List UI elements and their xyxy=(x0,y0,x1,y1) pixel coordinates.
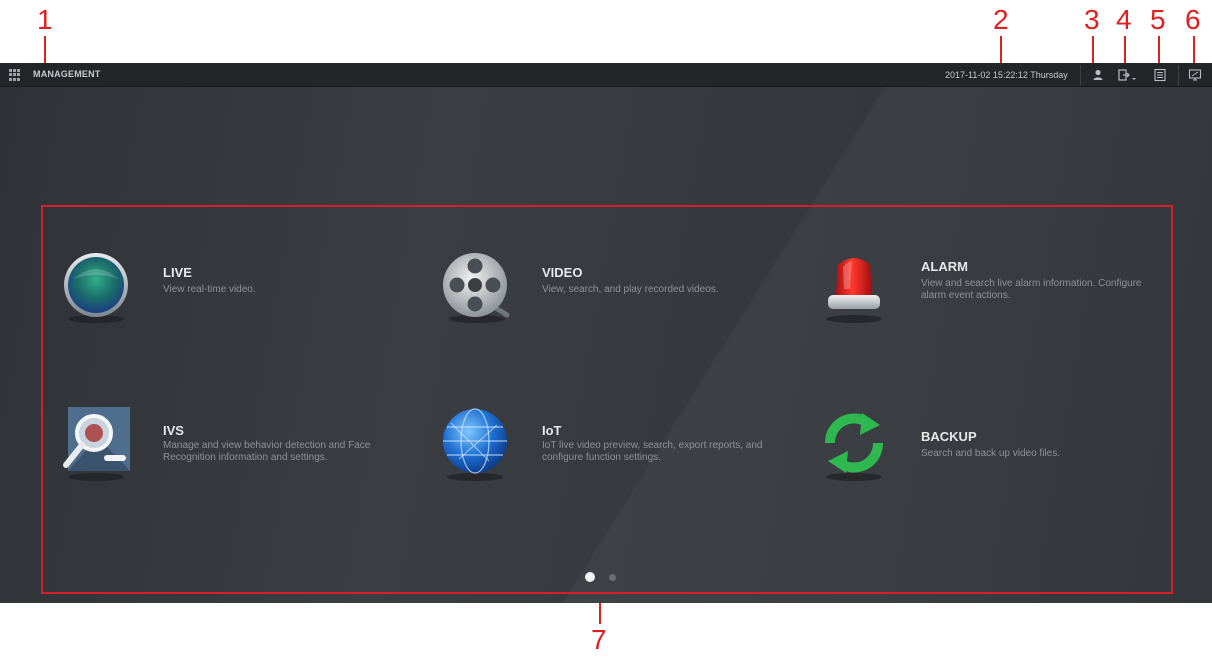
callout-3: 3 xyxy=(1084,4,1100,35)
callout-4-line xyxy=(1124,36,1126,63)
callout-5: 5 xyxy=(1150,4,1166,35)
callout-6-line xyxy=(1193,36,1195,63)
topbar-divider xyxy=(1178,65,1179,85)
callout-2: 2 xyxy=(993,4,1009,35)
callout-1: 1 xyxy=(37,4,53,35)
callout-3-line xyxy=(1092,36,1094,63)
display-icon[interactable] xyxy=(1188,68,1202,82)
callout-6: 6 xyxy=(1185,4,1201,35)
callout-5-line xyxy=(1158,36,1160,63)
task-list-icon[interactable] xyxy=(1153,68,1167,82)
page-title: MANAGEMENT xyxy=(33,69,101,79)
module-area-frame xyxy=(41,205,1173,594)
callout-2-line xyxy=(1000,36,1002,63)
logout-icon[interactable] xyxy=(1117,68,1139,82)
callout-1-line xyxy=(44,36,46,63)
grid-menu-icon[interactable] xyxy=(9,69,21,81)
topbar-divider xyxy=(1080,65,1081,85)
callout-4: 4 xyxy=(1116,4,1132,35)
top-bar: MANAGEMENT 2017-11-02 15:22:12 Thursday xyxy=(0,63,1212,87)
system-datetime: 2017-11-02 15:22:12 Thursday xyxy=(945,70,1068,80)
user-icon[interactable] xyxy=(1091,68,1105,82)
main-menu-screen: MANAGEMENT 2017-11-02 15:22:12 Thursday xyxy=(0,63,1212,603)
callout-7: 7 xyxy=(591,624,607,655)
